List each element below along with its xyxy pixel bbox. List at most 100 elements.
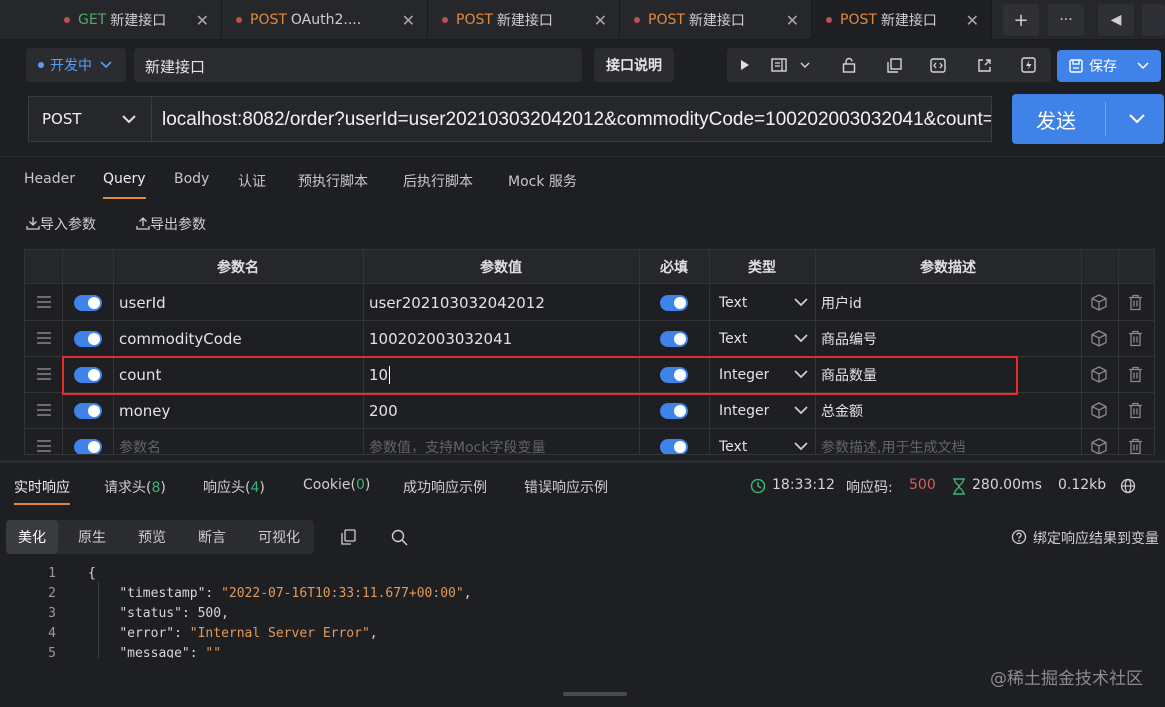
request-tab-3[interactable]: POST 新建接口 ✕ xyxy=(428,0,620,40)
search-icon[interactable] xyxy=(391,529,408,546)
param-name-placeholder[interactable]: 参数名 xyxy=(119,429,161,454)
param-required-toggle[interactable] xyxy=(660,403,688,419)
url-input[interactable]: localhost:8082/order?userId=user20210303… xyxy=(152,96,992,142)
tab-post-script[interactable]: 后执行脚本 xyxy=(403,171,473,191)
chevron-down-icon[interactable] xyxy=(794,402,808,418)
delete-icon[interactable] xyxy=(1128,330,1143,347)
param-type-select[interactable]: Text xyxy=(719,321,747,357)
scroll-tabs-left-button[interactable]: ◀ xyxy=(1098,4,1134,36)
run-icon[interactable] xyxy=(729,48,761,82)
delete-icon[interactable] xyxy=(1128,294,1143,311)
param-value-cell[interactable]: 100202003032041 xyxy=(369,321,512,357)
copy-icon[interactable] xyxy=(878,48,910,82)
param-enabled-toggle[interactable] xyxy=(74,331,102,347)
layout-panel-icon[interactable] xyxy=(763,48,795,82)
chevron-down-icon[interactable] xyxy=(794,438,808,454)
globe-icon[interactable] xyxy=(1120,478,1136,494)
param-type-select[interactable]: Integer xyxy=(719,393,769,429)
chevron-down-icon[interactable] xyxy=(1128,107,1146,129)
tab-header[interactable]: Header xyxy=(24,171,75,187)
tab-query[interactable]: Query xyxy=(103,171,146,199)
tab-success-example[interactable]: 成功响应示例 xyxy=(403,477,487,497)
lock-icon[interactable] xyxy=(833,48,865,82)
drag-handle-icon[interactable] xyxy=(37,404,51,416)
drag-handle-icon[interactable] xyxy=(37,296,51,308)
param-enabled-toggle[interactable] xyxy=(74,439,102,454)
request-tab-1[interactable]: GET 新建接口 ✕ xyxy=(50,0,222,40)
close-tab-icon[interactable]: ✕ xyxy=(196,11,209,30)
export-params-button[interactable]: 导出参数 xyxy=(136,214,206,234)
tab-request-headers[interactable]: 请求头(8) xyxy=(104,477,166,497)
more-tabs-button[interactable]: ··· xyxy=(1048,4,1084,36)
close-tab-icon[interactable]: ✕ xyxy=(594,11,607,30)
close-tab-icon[interactable]: ✕ xyxy=(786,11,799,30)
api-description-button[interactable]: 接口说明 xyxy=(594,48,674,82)
view-raw[interactable]: 原生 xyxy=(66,520,118,554)
chevron-down-icon[interactable] xyxy=(794,330,808,346)
view-visualize[interactable]: 可视化 xyxy=(246,520,312,554)
param-enabled-toggle[interactable] xyxy=(74,403,102,419)
param-value-cell[interactable]: 200 xyxy=(369,393,398,429)
param-desc-cell[interactable]: 用户id xyxy=(821,285,862,321)
delete-icon[interactable] xyxy=(1128,402,1143,419)
bind-response-to-variable-link[interactable]: 绑定响应结果到变量 xyxy=(1033,528,1159,548)
mock-cube-icon[interactable] xyxy=(1091,330,1107,347)
view-pretty[interactable]: 美化 xyxy=(6,520,58,554)
param-desc-cell[interactable]: 商品编号 xyxy=(821,321,877,357)
mock-cube-icon[interactable] xyxy=(1091,294,1107,311)
tab-realtime-response[interactable]: 实时响应 xyxy=(14,477,70,505)
param-required-toggle[interactable] xyxy=(660,439,688,454)
request-tab-4[interactable]: POST 新建接口 ✕ xyxy=(620,0,812,40)
tab-cookie[interactable]: Cookie(0) xyxy=(303,477,370,493)
param-desc-placeholder[interactable]: 参数描述,用于生成文档 xyxy=(821,429,965,454)
tab-auth[interactable]: 认证 xyxy=(238,171,266,191)
copy-icon[interactable] xyxy=(341,529,356,545)
mock-cube-icon[interactable] xyxy=(1091,402,1107,419)
add-tab-button[interactable]: + xyxy=(1003,4,1039,36)
param-required-toggle[interactable] xyxy=(660,331,688,347)
drag-handle-icon[interactable] xyxy=(37,440,51,452)
delete-icon[interactable] xyxy=(1128,438,1143,455)
view-preview[interactable]: 预览 xyxy=(126,520,178,554)
import-params-button[interactable]: 导入参数 xyxy=(26,214,96,234)
close-tab-icon[interactable]: ✕ xyxy=(402,11,415,30)
share-icon[interactable] xyxy=(968,48,1000,82)
param-type-select[interactable]: Text xyxy=(719,285,747,321)
param-enabled-toggle[interactable] xyxy=(74,295,102,311)
param-name-cell[interactable]: money xyxy=(119,393,170,429)
flash-icon[interactable] xyxy=(1012,48,1044,82)
drag-handle-icon[interactable] xyxy=(37,368,51,380)
send-button[interactable]: 发送 xyxy=(1012,94,1164,144)
tab-pre-script[interactable]: 预执行脚本 xyxy=(298,171,368,191)
param-value-cell[interactable]: user202103032042012 xyxy=(369,285,545,321)
chevron-down-icon[interactable] xyxy=(794,294,808,310)
scroll-tabs-right-button[interactable] xyxy=(1142,4,1165,36)
mock-cube-icon[interactable] xyxy=(1091,366,1107,383)
mock-cube-icon[interactable] xyxy=(1091,438,1107,455)
save-button[interactable]: 保存 xyxy=(1057,50,1161,82)
param-name-cell[interactable]: userId xyxy=(119,285,166,321)
chevron-down-icon[interactable] xyxy=(793,48,817,82)
request-name-input[interactable]: 新建接口 xyxy=(134,48,582,82)
param-name-cell[interactable]: commodityCode xyxy=(119,321,242,357)
response-body-editor[interactable]: 1{2 "timestamp": "2022-07-16T10:33:11.67… xyxy=(0,562,1165,658)
drag-handle-icon[interactable] xyxy=(37,332,51,344)
param-desc-cell[interactable]: 总金额 xyxy=(821,393,863,429)
code-snippet-icon[interactable] xyxy=(922,48,954,82)
param-value-placeholder[interactable]: 参数值，支持Mock字段变量 xyxy=(369,429,545,454)
delete-icon[interactable] xyxy=(1128,366,1143,383)
status-select[interactable]: 开发中 xyxy=(26,48,126,82)
request-tab-2[interactable]: POST OAuth2.... ✕ xyxy=(222,0,428,40)
tab-body[interactable]: Body xyxy=(174,171,209,187)
panel-resize-handle[interactable] xyxy=(563,692,627,696)
param-required-toggle[interactable] xyxy=(660,295,688,311)
tab-response-headers[interactable]: 响应头(4) xyxy=(203,477,265,497)
tab-error-example[interactable]: 错误响应示例 xyxy=(524,477,608,497)
close-tab-icon[interactable]: ✕ xyxy=(966,11,979,30)
tab-mock-service[interactable]: Mock 服务 xyxy=(508,171,577,191)
param-type-select[interactable]: Text xyxy=(719,429,747,454)
view-assert[interactable]: 断言 xyxy=(186,520,238,554)
request-tab-5-active[interactable]: POST 新建接口 ✕ xyxy=(812,0,992,40)
http-method-select[interactable]: POST xyxy=(28,96,152,142)
chevron-down-icon[interactable] xyxy=(1137,56,1149,74)
